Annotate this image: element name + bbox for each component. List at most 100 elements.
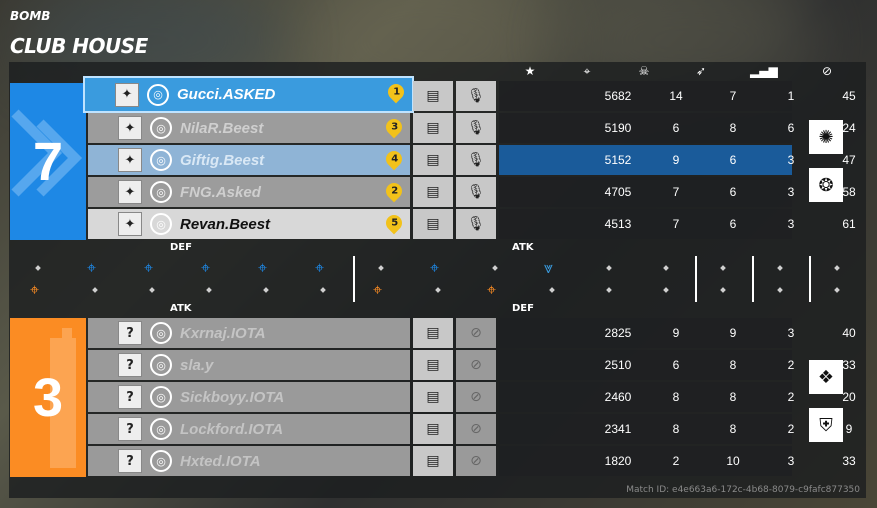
platform-icon: ◎ (150, 450, 172, 472)
timeline-label-def-top: DEF (170, 242, 192, 253)
player-row[interactable]: ✦ ◎ Gucci.ASKED 1 ▤ 🎙 5682 14 7 1 45 (85, 78, 856, 111)
crosshair-icon: ⌖ (583, 64, 591, 78)
player-row[interactable]: ✦ ◎ Giftig.Beest 4 ▤ 🎙 5152 9 6 3 47 (88, 145, 856, 175)
operator-icon: ✦ (118, 212, 142, 236)
stat-score: 4513 (604, 217, 632, 231)
mute-voice-button[interactable]: 🎙 (456, 145, 496, 175)
assist-icon: ➶ (695, 64, 707, 78)
stat-ping: 33 (842, 454, 856, 468)
chat-button[interactable]: ▤ (413, 113, 453, 143)
chat-button[interactable]: ▤ (413, 318, 453, 348)
player-name-cell[interactable]: ? ◎ Kxrnaj.IOTA (88, 318, 410, 348)
microphone-icon: 🎙 (467, 120, 485, 136)
stat-assists: 1 (787, 89, 795, 103)
player-row[interactable]: ? ◎ Lockford.IOTA ▤ ⊘ 2341 8 8 2 9 (88, 414, 852, 444)
stat-kills: 7 (672, 185, 680, 199)
player-name-cell[interactable]: ? ◎ Sickboyy.IOTA (88, 382, 410, 412)
stat-ping: 45 (842, 89, 856, 103)
rank-number: 1 (392, 86, 400, 98)
player-name-cell[interactable]: ? ◎ Lockford.IOTA (88, 414, 410, 444)
round-win-marker-blue: ⌖ (315, 258, 325, 277)
timeline-half-separator (695, 256, 697, 302)
player-name-cell[interactable]: ? ◎ sla.y (88, 350, 410, 380)
stat-deaths: 9 (729, 326, 737, 340)
stat-kills: 6 (672, 121, 680, 135)
player-name: Lockford.IOTA (180, 420, 284, 438)
operator-icon: ? (118, 417, 142, 441)
microphone-icon: 🎙 (467, 216, 485, 232)
player-name-cell[interactable]: ? ◎ Hxted.IOTA (88, 446, 410, 476)
stat-score: 2510 (604, 358, 632, 372)
stat-assists: 2 (787, 358, 795, 372)
mute-voice-button[interactable]: ⊘ (456, 318, 496, 348)
stat-deaths: 7 (729, 89, 737, 103)
stat-score: 2460 (604, 390, 632, 404)
stat-score: 5682 (604, 89, 632, 103)
chat-button[interactable]: ▤ (413, 81, 453, 111)
signal-icon: ▂▄▆ (750, 64, 778, 78)
player-row[interactable]: ? ◎ Kxrnaj.IOTA ▤ ⊘ 2825 9 9 3 40 (88, 318, 856, 348)
blue-team-score: 7 (32, 131, 64, 192)
chat-icon: ▤ (426, 421, 440, 437)
chat-button[interactable]: ▤ (413, 350, 453, 380)
microphone-muted-icon: ⊘ (470, 357, 482, 373)
timeline-half-separator (809, 256, 811, 302)
chat-button[interactable]: ▤ (413, 145, 453, 175)
player-name: sla.y (180, 356, 214, 374)
round-win-marker-orange: ⌖ (373, 280, 383, 299)
mute-voice-button[interactable]: ⊘ (456, 414, 496, 444)
player-row[interactable]: ✦ ◎ FNG.Asked 2 ▤ 🎙 4705 7 6 3 58 (88, 177, 856, 207)
microphone-icon: 🎙 (467, 88, 485, 104)
player-name-cell[interactable]: ✦ ◎ Gucci.ASKED 1 (85, 78, 412, 111)
player-name-cell[interactable]: ✦ ◎ FNG.Asked 2 (88, 177, 410, 207)
mute-voice-button[interactable]: ⊘ (456, 350, 496, 380)
mute-voice-button[interactable]: 🎙 (456, 209, 496, 239)
stat-score: 5190 (604, 121, 632, 135)
stat-deaths: 8 (729, 390, 737, 404)
mute-voice-button[interactable]: ⊘ (456, 446, 496, 476)
player-name-cell[interactable]: ✦ ◎ Giftig.Beest 4 (88, 145, 410, 175)
stat-kills: 8 (672, 422, 680, 436)
chat-button[interactable]: ▤ (413, 414, 453, 444)
chat-button[interactable]: ▤ (413, 382, 453, 412)
platform-icon: ◎ (150, 386, 172, 408)
stat-deaths: 8 (729, 422, 737, 436)
stat-kills: 6 (672, 358, 680, 372)
stat-assists: 6 (787, 121, 795, 135)
chat-button[interactable]: ▤ (413, 209, 453, 239)
operator-icon: ? (118, 321, 142, 345)
blue-team-score-block: 7 (10, 83, 86, 240)
orange-team-score: 3 (32, 367, 64, 428)
banned-operator-icon: ⛨ (809, 408, 843, 442)
mute-voice-button[interactable]: 🎙 (456, 113, 496, 143)
chat-button[interactable]: ▤ (413, 446, 453, 476)
chat-button[interactable]: ▤ (413, 177, 453, 207)
player-name-cell[interactable]: ✦ ◎ NilaR.Beest 3 (88, 113, 410, 143)
player-row[interactable]: ✦ ◎ Revan.Beest 5 ▤ 🎙 4513 7 6 3 61 (88, 209, 856, 239)
microphone-muted-icon: ⊘ (470, 325, 482, 341)
banned-operator-icon: ❂ (809, 168, 843, 202)
player-row[interactable]: ✦ ◎ NilaR.Beest 3 ▤ 🎙 5190 6 8 6 24 (88, 113, 856, 143)
platform-icon: ◎ (150, 418, 172, 440)
stat-assists: 3 (787, 326, 795, 340)
mute-voice-button[interactable]: ⊘ (456, 382, 496, 412)
mute-voice-button[interactable]: 🎙 (456, 81, 496, 111)
stat-kills: 7 (672, 217, 680, 231)
microphone-icon: 🎙 (467, 152, 485, 168)
microphone-muted-icon: ⊘ (470, 453, 482, 469)
stat-score: 2825 (604, 326, 632, 340)
stat-score: 5152 (604, 153, 632, 167)
player-row[interactable]: ? ◎ Hxted.IOTA ▤ ⊘ 1820 2 10 3 33 (88, 446, 856, 476)
player-row[interactable]: ? ◎ sla.y ▤ ⊘ 2510 6 8 2 33 (88, 350, 856, 380)
operator-icon: ✦ (118, 116, 142, 140)
chat-icon: ▤ (426, 453, 440, 469)
banned-operator-icon: ✺ (809, 120, 843, 154)
mute-voice-button[interactable]: 🎙 (456, 177, 496, 207)
round-win-marker-blue: ⌖ (430, 258, 440, 277)
player-name-cell[interactable]: ✦ ◎ Revan.Beest 5 (88, 209, 410, 239)
stat-assists: 3 (787, 185, 795, 199)
player-row[interactable]: ? ◎ Sickboyy.IOTA ▤ ⊘ 2460 8 8 2 20 (88, 382, 856, 412)
chat-icon: ▤ (426, 88, 440, 104)
chat-icon: ▤ (426, 325, 440, 341)
platform-icon: ◎ (150, 149, 172, 171)
